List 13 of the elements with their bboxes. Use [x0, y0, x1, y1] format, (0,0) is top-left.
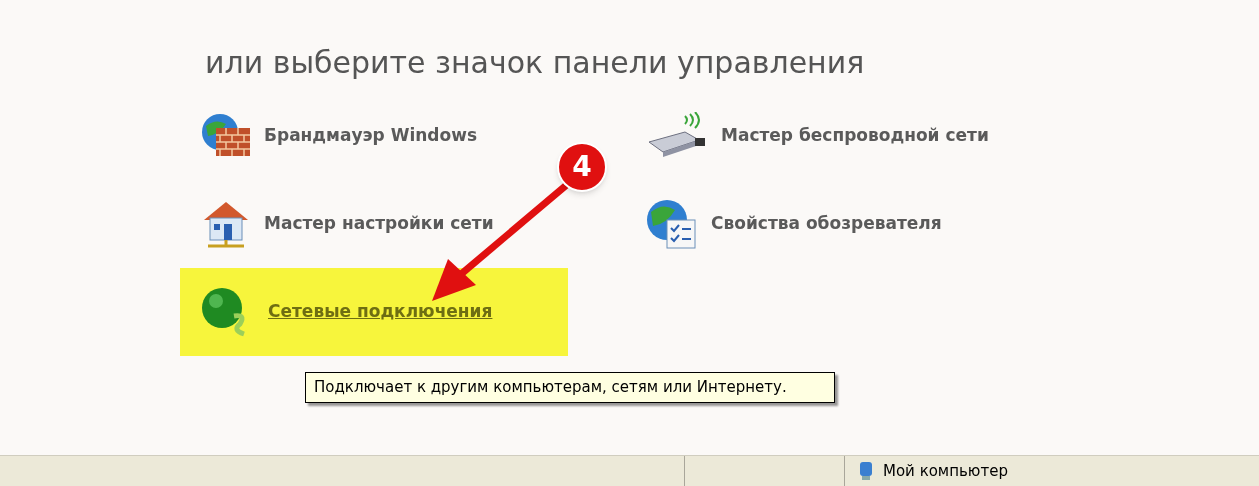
control-panel-item[interactable]: Мастер беспроводной сети — [625, 91, 1080, 180]
item-label: Свойства обозревателя — [711, 211, 942, 235]
highlighted-item[interactable]: Сетевые подключения — [180, 267, 568, 356]
item-label: Брандмауэр Windows — [264, 123, 478, 147]
tooltip: Подключает к другим компьютерам, сетям или Интернету. — [305, 372, 835, 403]
item-label: Мастер настройки сети — [264, 211, 494, 235]
section-heading: или выберите значок панели управления — [205, 44, 866, 82]
control-panel-item[interactable]: Свойства обозревателя — [625, 179, 1080, 268]
item-label: Мастер беспроводной сети — [721, 123, 989, 147]
zone-label: Мой компьютер — [883, 460, 1008, 482]
globe-checklist-icon — [645, 197, 699, 250]
item-label: Сетевые подключения — [268, 299, 493, 323]
step-number-badge: 4 — [557, 142, 607, 192]
